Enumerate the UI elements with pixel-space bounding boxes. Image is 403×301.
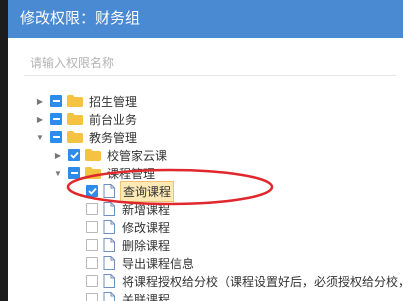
expand-arrow-icon[interactable]: ▶	[36, 115, 44, 124]
checkbox[interactable]	[50, 113, 62, 125]
tree-node-label[interactable]: 教务管理	[87, 128, 139, 147]
folder-open-icon	[85, 167, 101, 179]
tree-node-course-management[interactable]: ▼ 课程管理	[54, 164, 157, 182]
collapse-arrow-icon[interactable]: ▼	[36, 133, 44, 142]
tree-node-export-course[interactable]: 导出课程信息	[86, 254, 196, 272]
checkbox[interactable]	[86, 275, 98, 287]
checkbox[interactable]	[86, 239, 98, 251]
expand-arrow-icon[interactable]: ▶	[36, 97, 44, 106]
checkbox[interactable]	[86, 185, 98, 197]
expand-arrow-icon[interactable]: ▶	[54, 151, 62, 160]
tree-node-cloud-class[interactable]: ▶ 校管家云课	[54, 146, 169, 164]
tree-node-label[interactable]: 导出课程信息	[120, 254, 196, 273]
tree-node-add-course[interactable]: 新增课程	[86, 200, 172, 218]
file-icon	[103, 184, 115, 198]
checkbox[interactable]	[68, 149, 80, 161]
tree-node-authorize-course[interactable]: 将课程授权给分校（课程设置好后，必须授权给分校，	[86, 272, 403, 290]
checkbox[interactable]	[50, 95, 62, 107]
checkbox[interactable]	[68, 167, 80, 179]
tree-node-label[interactable]: 查询课程	[120, 180, 175, 202]
tree-node-label[interactable]: 将课程授权给分校（课程设置好后，必须授权给分校，	[120, 272, 403, 291]
permission-tree: ▶ 招生管理 ▶ 前台业务 ▼ 教务管理 ▶ 校管家云课 ▼ 课程管理 查询课程…	[8, 0, 403, 301]
tree-node-link-course[interactable]: 关联课程	[86, 290, 172, 301]
check-icon	[87, 187, 97, 195]
tree-node-academic[interactable]: ▼ 教务管理	[36, 128, 139, 146]
folder-icon	[67, 113, 83, 125]
tree-node-query-course[interactable]: 查询课程	[86, 180, 175, 202]
file-icon	[103, 220, 115, 234]
tree-node-label[interactable]: 删除课程	[120, 236, 172, 255]
tree-node-label[interactable]: 关联课程	[120, 290, 172, 301]
tree-node-edit-course[interactable]: 修改课程	[86, 218, 172, 236]
checkbox[interactable]	[86, 257, 98, 269]
check-icon	[69, 151, 79, 159]
file-icon	[103, 292, 115, 301]
folder-icon	[67, 95, 83, 107]
tree-node-front-desk[interactable]: ▶ 前台业务	[36, 110, 139, 128]
tree-node-label[interactable]: 前台业务	[87, 110, 139, 129]
tree-node-delete-course[interactable]: 删除课程	[86, 236, 172, 254]
edit-permission-dialog: 修改权限：财务组 ▶ 招生管理 ▶ 前台业务 ▼	[8, 0, 403, 301]
file-icon	[103, 274, 115, 288]
file-icon	[103, 256, 115, 270]
checkbox[interactable]	[86, 203, 98, 215]
checkbox[interactable]	[86, 221, 98, 233]
tree-node-enrollment[interactable]: ▶ 招生管理	[36, 92, 139, 110]
checkbox[interactable]	[86, 293, 98, 301]
tree-node-label[interactable]: 修改课程	[120, 218, 172, 237]
tree-node-label[interactable]: 招生管理	[87, 92, 139, 111]
tree-node-label[interactable]: 新增课程	[120, 200, 172, 219]
folder-icon	[85, 149, 101, 161]
file-icon	[103, 238, 115, 252]
checkbox[interactable]	[50, 131, 62, 143]
collapse-arrow-icon[interactable]: ▼	[54, 169, 62, 178]
tree-node-label[interactable]: 校管家云课	[105, 146, 169, 165]
file-icon	[103, 202, 115, 216]
folder-open-icon	[67, 131, 83, 143]
